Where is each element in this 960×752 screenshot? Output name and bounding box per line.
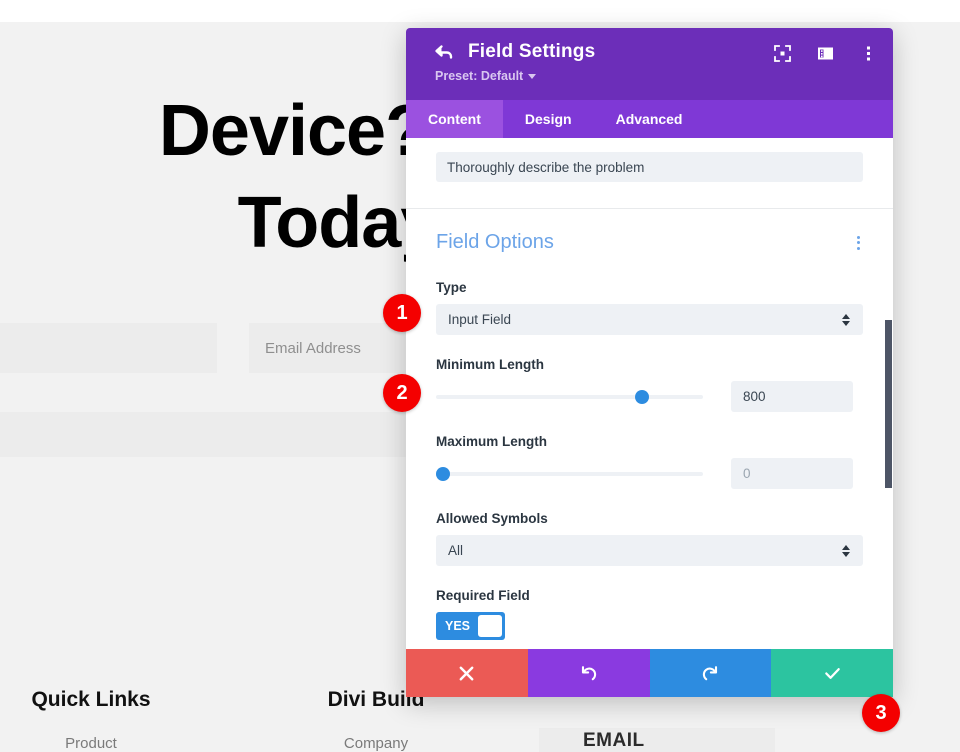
description-value: Thoroughly describe the problem xyxy=(447,159,645,175)
slider-track xyxy=(436,394,703,399)
annotation-badge-3: 3 xyxy=(862,694,900,732)
bg-form-field-left[interactable] xyxy=(0,323,217,373)
required-field-label: Required Field xyxy=(436,588,530,603)
undo-button[interactable] xyxy=(527,649,650,697)
slider-thumb[interactable] xyxy=(436,466,450,481)
cancel-button[interactable] xyxy=(406,649,528,697)
maximum-length-value: 0 xyxy=(743,466,751,481)
modal-scrollbar[interactable] xyxy=(885,320,892,488)
type-select[interactable]: Input Field xyxy=(436,304,863,335)
kebab-menu-icon[interactable] xyxy=(860,45,877,62)
page-top-strip xyxy=(0,0,960,22)
close-icon xyxy=(459,666,474,680)
check-icon xyxy=(824,667,840,679)
tab-design[interactable]: Design xyxy=(503,100,594,138)
maximum-length-input[interactable]: 0 xyxy=(731,458,853,489)
field-options-kebab-menu-icon[interactable] xyxy=(854,233,863,253)
slider-thumb[interactable] xyxy=(635,389,649,404)
description-section: Thoroughly describe the problem xyxy=(406,138,893,208)
preset-label: Preset: Default xyxy=(435,69,524,83)
allowed-symbols-field: Allowed Symbols All xyxy=(436,511,863,566)
maximum-length-slider[interactable] xyxy=(436,464,703,484)
redo-icon xyxy=(702,665,717,680)
required-field-field: Required Field YES xyxy=(436,588,863,640)
email-section-label: EMAIL xyxy=(583,730,645,751)
preset-selector[interactable]: Preset: Default xyxy=(435,69,875,83)
fullscreen-icon[interactable] xyxy=(774,45,791,62)
redo-button[interactable] xyxy=(649,649,772,697)
maximum-length-field: Maximum Length 0 xyxy=(436,434,863,489)
minimum-length-value: 800 xyxy=(743,389,766,404)
select-arrows-icon xyxy=(842,313,850,326)
annotation-badge-2: 2 xyxy=(383,374,421,412)
field-options-title: Field Options xyxy=(436,231,554,253)
annotation-badge-1: 1 xyxy=(383,294,421,332)
type-field: Type Input Field xyxy=(436,280,863,335)
footer-link[interactable]: Product xyxy=(0,735,182,752)
modal-footer xyxy=(406,649,893,697)
undo-icon xyxy=(582,665,597,680)
minimum-length-label: Minimum Length xyxy=(436,357,544,372)
type-value: Input Field xyxy=(448,312,512,327)
chevron-down-icon xyxy=(528,73,537,79)
footer-heading: Quick Links xyxy=(31,688,151,711)
footer-link[interactable]: Company xyxy=(285,735,467,752)
slider-track xyxy=(436,471,703,476)
tab-content[interactable]: Content xyxy=(406,100,503,138)
field-options-section: Field Options Type Input Field Minimum L… xyxy=(406,209,893,640)
toggle-knob xyxy=(478,615,502,637)
tab-advanced[interactable]: Advanced xyxy=(594,100,705,138)
description-input[interactable]: Thoroughly describe the problem xyxy=(436,152,863,182)
modal-tabs: Content Design Advanced xyxy=(406,100,893,138)
field-settings-modal: Field Settings Preset: Default Content D… xyxy=(406,28,893,697)
modal-title: Field Settings xyxy=(468,41,596,62)
required-field-toggle[interactable]: YES xyxy=(436,612,505,640)
modal-header-icons xyxy=(774,45,877,62)
minimum-length-slider[interactable] xyxy=(436,387,703,407)
maximum-length-label: Maximum Length xyxy=(436,434,548,449)
allowed-symbols-select[interactable]: All xyxy=(436,535,863,566)
email-address-placeholder: Email Address xyxy=(265,339,361,357)
footer-column-divi-builder: Divi Build Company xyxy=(285,688,467,752)
allowed-symbols-value: All xyxy=(448,543,464,558)
minimum-length-field: Minimum Length 800 xyxy=(436,357,863,412)
email-section-box xyxy=(539,728,775,752)
select-arrows-icon xyxy=(842,544,850,557)
footer-column-quick-links: Quick Links Product xyxy=(0,688,182,752)
layout-panel-icon[interactable] xyxy=(817,45,834,62)
toggle-label: YES xyxy=(445,619,471,633)
modal-header: Field Settings Preset: Default xyxy=(406,28,893,100)
bg-form-field-wide[interactable] xyxy=(0,412,410,457)
save-button[interactable] xyxy=(771,649,893,697)
allowed-symbols-label: Allowed Symbols xyxy=(436,511,548,526)
type-label: Type xyxy=(436,280,467,295)
back-arrow-icon[interactable] xyxy=(434,42,454,62)
modal-body: Thoroughly describe the problem Field Op… xyxy=(406,138,893,649)
minimum-length-input[interactable]: 800 xyxy=(731,381,853,412)
